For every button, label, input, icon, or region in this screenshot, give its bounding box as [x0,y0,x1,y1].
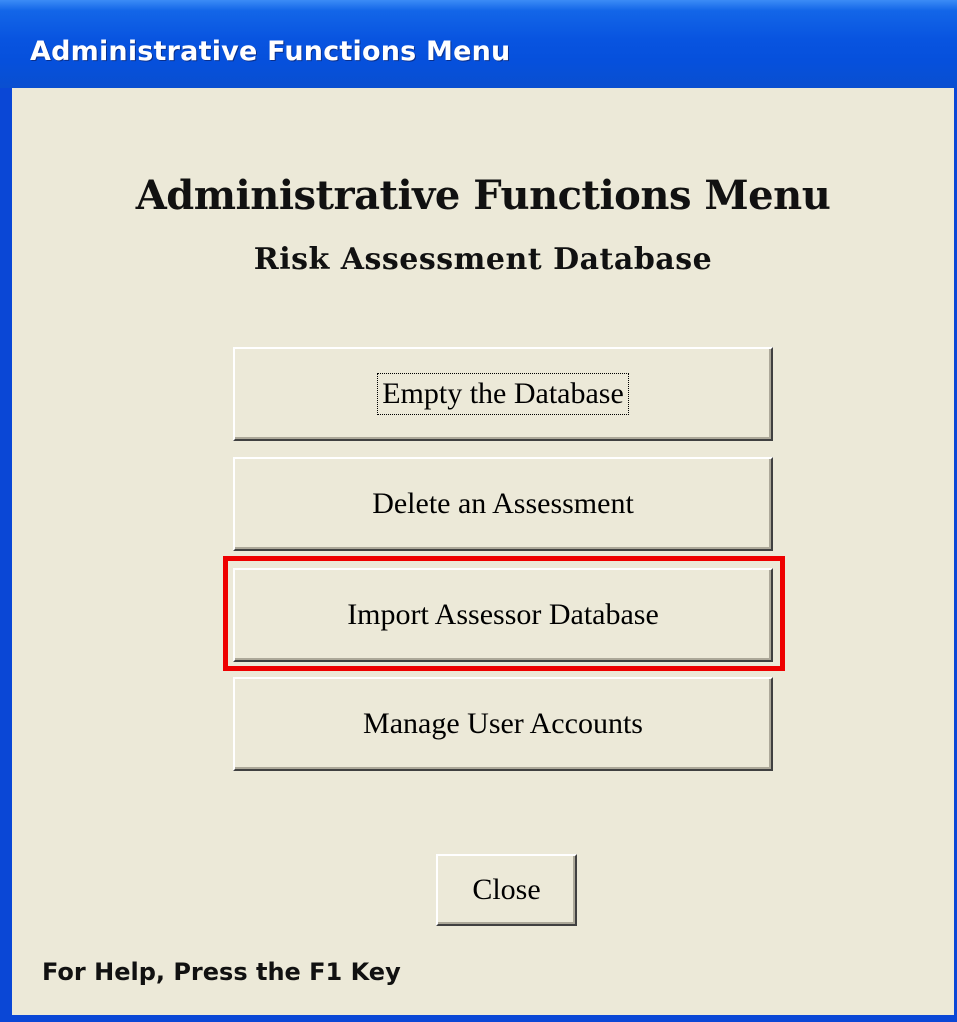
empty-database-button[interactable]: Empty the Database [233,347,773,441]
form-body: Administrative Functions Menu Risk Asses… [12,88,954,1015]
page-subtitle: Risk Assessment Database [253,242,713,277]
close-button[interactable]: Close [436,854,577,926]
import-assessor-database-button[interactable]: Import Assessor Database [233,568,773,662]
manage-user-accounts-label: Manage User Accounts [363,707,643,740]
close-button-label: Close [472,873,541,906]
manage-user-accounts-button[interactable]: Manage User Accounts [233,677,773,771]
help-status-text: For Help, Press the F1 Key [42,958,401,986]
empty-database-label: Empty the Database [377,373,629,415]
delete-assessment-button[interactable]: Delete an Assessment [233,457,773,551]
app-window: Administrative Functions Menu Administra… [0,0,957,1022]
page-title: Administrative Functions Menu [135,172,831,219]
import-assessor-database-label: Import Assessor Database [347,598,659,631]
window-titlebar[interactable]: Administrative Functions Menu [0,0,957,88]
window-title: Administrative Functions Menu [30,36,511,67]
delete-assessment-label: Delete an Assessment [372,487,634,520]
